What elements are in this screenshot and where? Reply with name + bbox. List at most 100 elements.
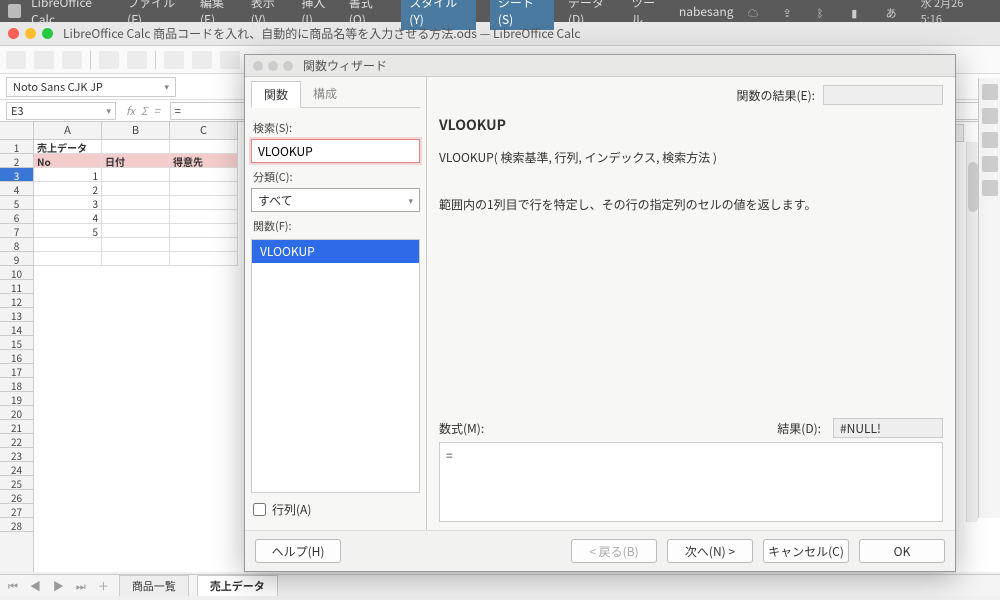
cell[interactable] — [170, 182, 238, 196]
col-header[interactable]: A — [34, 122, 102, 139]
sidebar-navigator-icon[interactable] — [982, 156, 998, 172]
vertical-scrollbar[interactable] — [966, 142, 978, 522]
cell[interactable] — [102, 168, 170, 182]
row-header[interactable]: 18 — [0, 378, 33, 392]
font-name-combo[interactable]: Noto Sans CJK JP ▾ — [6, 77, 176, 97]
row-header[interactable]: 10 — [0, 266, 33, 280]
prev-sheet-icon[interactable]: ◀ — [28, 578, 43, 594]
row-header[interactable]: 13 — [0, 308, 33, 322]
menu-user[interactable]: nabesang — [679, 3, 734, 20]
menu-edit[interactable]: 編集(E) — [200, 0, 237, 28]
toolbar-print-icon[interactable] — [127, 51, 147, 69]
help-button[interactable]: ヘルプ(H) — [255, 539, 341, 563]
col-header[interactable]: B — [102, 122, 170, 139]
cancel-button[interactable]: キャンセル(C) — [763, 539, 849, 563]
sidebar-styles-icon[interactable] — [982, 108, 998, 124]
cell[interactable] — [102, 252, 170, 266]
toolbar-save-icon[interactable] — [62, 51, 82, 69]
cell[interactable] — [170, 196, 238, 210]
sidebar-properties-icon[interactable] — [982, 84, 998, 100]
row-header[interactable]: 9 — [0, 252, 33, 266]
cell[interactable] — [170, 238, 238, 252]
row-header[interactable]: 19 — [0, 392, 33, 406]
cell[interactable] — [170, 140, 238, 154]
row-header[interactable]: 12 — [0, 294, 33, 308]
row-header[interactable]: 2 — [0, 154, 33, 168]
sidebar-gallery-icon[interactable] — [982, 132, 998, 148]
row-header[interactable]: 22 — [0, 434, 33, 448]
cells-area[interactable]: A B C 売上データ No日付得意先 1 2 3 4 5 — [34, 122, 238, 572]
row-header[interactable]: 4 — [0, 182, 33, 196]
equals-icon[interactable]: = — [154, 103, 160, 119]
search-input[interactable] — [251, 139, 420, 163]
cell[interactable]: 売上データ — [34, 140, 102, 154]
toolbar-copy-icon[interactable] — [192, 51, 212, 69]
formula-textarea[interactable]: = — [439, 442, 943, 522]
cell[interactable] — [34, 238, 102, 252]
row-header[interactable]: 26 — [0, 490, 33, 504]
window-controls[interactable] — [8, 28, 53, 39]
sheet-tab-active[interactable]: 売上データ — [197, 575, 278, 596]
row-header[interactable]: 24 — [0, 462, 33, 476]
cell[interactable] — [102, 210, 170, 224]
row-header[interactable]: 5 — [0, 196, 33, 210]
next-sheet-icon[interactable]: ▶ — [51, 578, 66, 594]
cell[interactable] — [102, 182, 170, 196]
cell[interactable] — [170, 252, 238, 266]
row-header[interactable]: 6 — [0, 210, 33, 224]
row-header[interactable]: 1 — [0, 140, 33, 154]
sum-icon[interactable]: Σ — [141, 103, 148, 119]
last-sheet-icon[interactable]: ⏭ — [74, 578, 88, 594]
function-list[interactable]: VLOOKUP — [251, 239, 420, 493]
cell[interactable]: 2 — [34, 182, 102, 196]
name-box[interactable]: E3 ▾ — [6, 102, 116, 120]
toolbar-export-icon[interactable] — [99, 51, 119, 69]
back-button[interactable]: < 戻る(B) — [571, 539, 657, 563]
cell[interactable] — [170, 224, 238, 238]
cell[interactable]: 3 — [34, 196, 102, 210]
maximize-icon[interactable] — [42, 28, 53, 39]
menu-tools[interactable]: ツール — [631, 0, 665, 28]
row-header[interactable]: 21 — [0, 420, 33, 434]
sheet-tab[interactable]: 商品一覧 — [119, 575, 189, 596]
toolbar-open-icon[interactable] — [34, 51, 54, 69]
function-list-item[interactable]: VLOOKUP — [252, 240, 419, 263]
cell[interactable] — [102, 196, 170, 210]
menu-insert[interactable]: 挿入(I) — [301, 0, 334, 28]
menu-format[interactable]: 書式(O) — [349, 0, 387, 28]
first-sheet-icon[interactable]: ⏮ — [6, 578, 20, 594]
next-button[interactable]: 次へ(N) > — [667, 539, 753, 563]
menu-view[interactable]: 表示(V) — [251, 0, 288, 28]
row-header[interactable]: 7 — [0, 224, 33, 238]
row-header[interactable]: 15 — [0, 336, 33, 350]
sidebar-functions-icon[interactable] — [982, 180, 998, 196]
toolbar-paste-icon[interactable] — [220, 51, 240, 69]
cell[interactable]: No — [34, 154, 102, 168]
row-header[interactable]: 17 — [0, 364, 33, 378]
array-checkbox[interactable] — [253, 503, 266, 516]
category-select[interactable]: すべて ▾ — [251, 188, 420, 212]
dialog-titlebar[interactable]: 関数ウィザード — [245, 55, 955, 77]
corner-cell[interactable] — [0, 122, 33, 140]
row-header[interactable]: 11 — [0, 280, 33, 294]
row-header[interactable]: 25 — [0, 476, 33, 490]
tab-structure[interactable]: 構成 — [301, 81, 349, 107]
close-icon[interactable] — [8, 28, 19, 39]
ok-button[interactable]: OK — [859, 539, 945, 563]
cell[interactable] — [102, 140, 170, 154]
fx-icon[interactable]: fx — [126, 103, 135, 119]
row-header[interactable]: 8 — [0, 238, 33, 252]
cell[interactable]: 得意先 — [170, 154, 238, 168]
tab-functions[interactable]: 関数 — [251, 81, 301, 108]
cell[interactable]: 日付 — [102, 154, 170, 168]
row-header[interactable]: 14 — [0, 322, 33, 336]
row-header[interactable]: 23 — [0, 448, 33, 462]
cell[interactable] — [170, 210, 238, 224]
cell[interactable] — [102, 224, 170, 238]
cell[interactable] — [34, 252, 102, 266]
add-sheet-icon[interactable]: ＋ — [96, 578, 111, 594]
row-header[interactable]: 28 — [0, 518, 33, 532]
menu-data[interactable]: データ(D) — [568, 0, 617, 28]
row-header[interactable]: 3 — [0, 168, 33, 182]
toolbar-new-icon[interactable] — [6, 51, 26, 69]
